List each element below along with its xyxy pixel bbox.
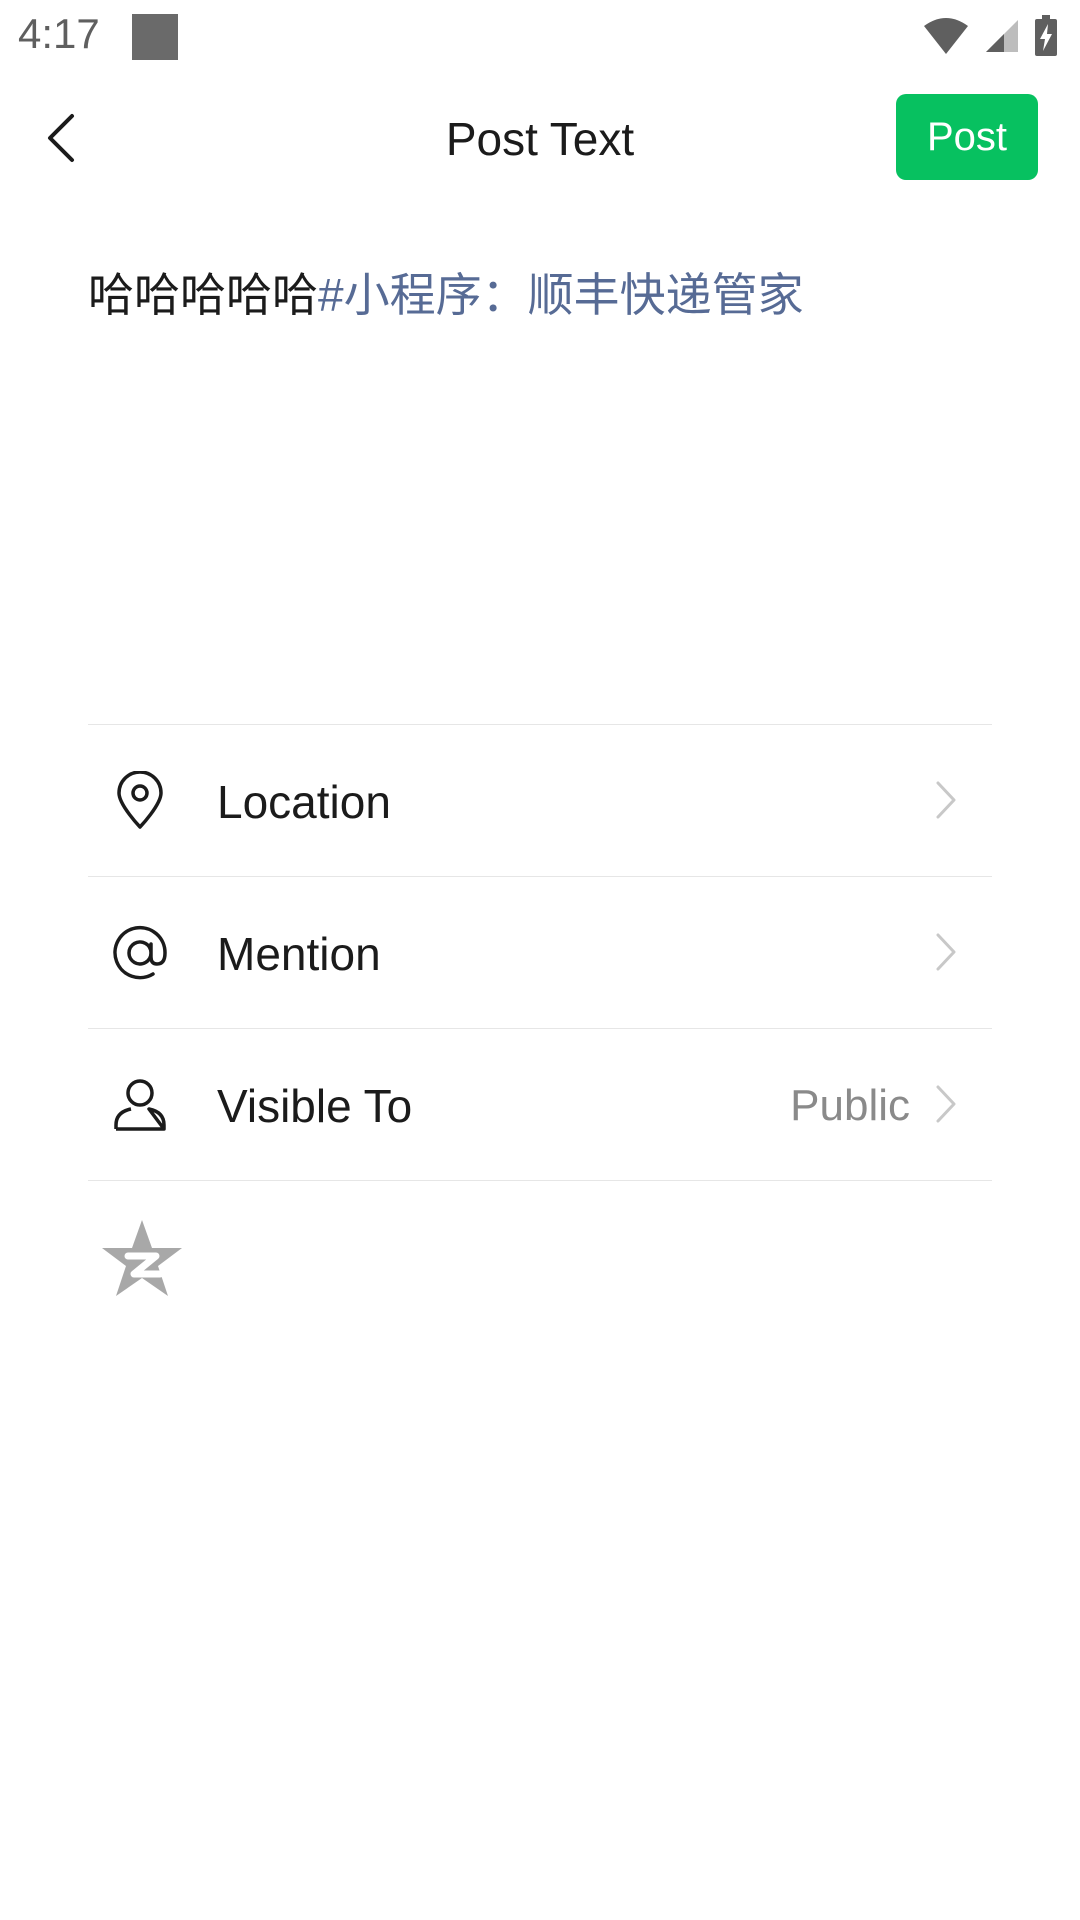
location-pin-icon: [110, 771, 170, 831]
visible-to-value: Public: [790, 1081, 910, 1130]
post-text-input[interactable]: 哈哈哈哈哈#小程序：顺丰快递管家: [88, 262, 988, 328]
post-button[interactable]: Post: [896, 94, 1038, 180]
battery-charging-icon: [1035, 15, 1057, 56]
location-row[interactable]: Location: [88, 725, 992, 877]
visible-to-row[interactable]: Visible To Public: [88, 1029, 992, 1181]
wifi-icon: [924, 18, 968, 54]
signal-icon: [986, 20, 1018, 52]
chevron-right-icon: [936, 781, 956, 819]
qzone-icon[interactable]: [100, 1216, 184, 1300]
mini-program-tag-link[interactable]: #小程序：顺丰快递管家: [318, 269, 804, 321]
location-label: Location: [217, 776, 391, 828]
mention-label: Mention: [217, 928, 381, 980]
title-bar: Post Text Post: [0, 72, 1080, 204]
post-options-list: Location Mention Visible To Public: [88, 724, 992, 1181]
post-text-plain: 哈哈哈哈哈: [88, 269, 318, 321]
at-icon: [110, 923, 170, 983]
visible-to-label: Visible To: [217, 1080, 413, 1132]
chevron-right-icon: [936, 1085, 956, 1123]
mention-row[interactable]: Mention: [88, 877, 992, 1029]
chevron-right-icon: [936, 933, 956, 971]
status-icons: [922, 14, 1058, 58]
person-icon: [110, 1075, 170, 1135]
notification-square-icon: [132, 14, 178, 60]
status-bar: 4:17: [0, 0, 1080, 72]
status-time: 4:17: [18, 10, 100, 57]
